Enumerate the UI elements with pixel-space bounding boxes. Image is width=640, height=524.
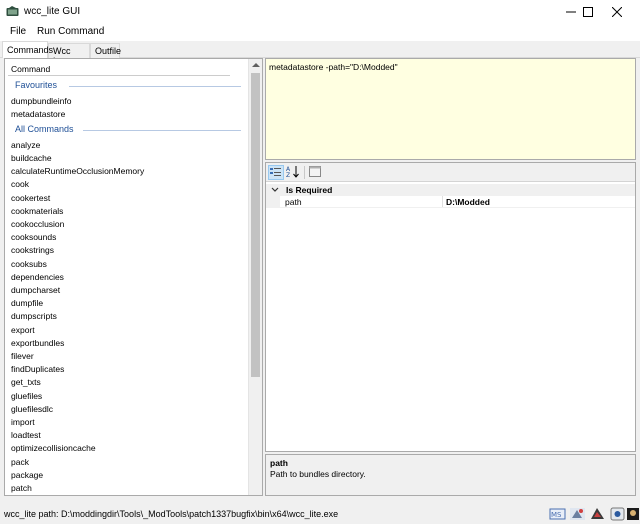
all-commands-label: All Commands — [15, 124, 74, 134]
command-line-textbox[interactable]: metadatastore -path="D:\Modded" — [265, 58, 636, 160]
command-item[interactable]: dumpscripts — [11, 311, 57, 321]
command-item[interactable]: cookertest — [11, 193, 50, 203]
group-divider — [69, 86, 241, 87]
row-separator — [280, 207, 635, 208]
description-title: path — [270, 458, 288, 468]
maximize-icon — [583, 7, 593, 17]
property-row[interactable]: path D:\Modded — [266, 196, 635, 208]
tab-strip: Commands Wcc Log Outfile — [0, 41, 640, 66]
tab-wcc-log[interactable]: Wcc Log — [48, 43, 90, 66]
command-item[interactable]: dumpfile — [11, 298, 43, 308]
alphabetical-button[interactable]: AZ — [286, 165, 302, 180]
command-item[interactable]: filever — [11, 351, 34, 361]
property-grid-toolbar: AZ — [266, 163, 635, 182]
favourites-group-header[interactable]: Favourites — [5, 80, 245, 93]
categorized-icon — [270, 168, 281, 176]
tab-commands[interactable]: Commands — [2, 41, 53, 58]
menu-run-command[interactable]: Run Command — [37, 26, 104, 37]
command-item[interactable]: pack — [11, 457, 29, 467]
command-item[interactable]: gluefilesdlc — [11, 404, 53, 414]
command-item[interactable]: get_txts — [11, 377, 41, 387]
group-divider — [83, 130, 241, 131]
command-item[interactable]: cookocclusion — [11, 219, 64, 229]
menu-file[interactable]: File — [10, 26, 26, 37]
window-title: wcc_lite GUI — [24, 6, 81, 17]
category-row[interactable]: Is Required — [266, 184, 635, 196]
sort-alphabetical-icon: AZ — [286, 166, 299, 179]
scroll-up-icon[interactable] — [252, 63, 260, 67]
tray-app-icon-2[interactable] — [569, 506, 586, 522]
title-bar[interactable]: wcc_lite GUI — [0, 0, 640, 24]
command-list-scrollbar[interactable] — [248, 59, 262, 495]
property-pages-icon — [309, 166, 321, 177]
command-header[interactable]: Command — [8, 62, 230, 76]
scrollbar-thumb[interactable] — [251, 73, 260, 377]
favourite-item[interactable]: dumpbundleinfo — [11, 96, 72, 106]
property-value[interactable]: D:\Modded — [446, 197, 490, 207]
toolbar-separator — [304, 166, 305, 179]
command-item[interactable]: findDuplicates — [11, 364, 64, 374]
tray-app-icon-5[interactable] — [626, 506, 640, 522]
tab-outfile[interactable]: Outfile — [90, 43, 121, 58]
command-item[interactable]: package — [11, 470, 43, 480]
command-item[interactable]: cook — [11, 179, 29, 189]
command-item[interactable]: cooksounds — [11, 232, 56, 242]
categorized-button[interactable] — [268, 165, 284, 180]
row-gutter — [266, 196, 280, 208]
command-item[interactable]: buildcache — [11, 153, 52, 163]
command-list-panel[interactable]: Command Favourites dumpbundleinfo metada… — [4, 58, 263, 496]
command-item[interactable]: gluefiles — [11, 391, 42, 401]
command-item[interactable]: dependencies — [11, 272, 64, 282]
command-item[interactable]: exportbundles — [11, 338, 64, 348]
description-text: Path to bundles directory. — [270, 469, 366, 479]
favourites-label: Favourites — [15, 80, 58, 90]
wcc-lite-path-label: wcc_lite path: D:\moddingdir\Tools\_ModT… — [4, 509, 339, 519]
tray-app-icon-1[interactable]: MS — [549, 506, 566, 522]
close-button[interactable] — [594, 0, 640, 24]
menu-bar: File Run Command — [0, 24, 640, 41]
favourite-item[interactable]: metadatastore — [11, 109, 65, 119]
chevron-down-icon[interactable] — [271, 184, 279, 196]
command-item[interactable]: calculateRuntimeOcclusionMemory — [11, 166, 144, 176]
command-item[interactable]: dumpcharset — [11, 285, 60, 295]
command-item[interactable]: optimizecollisioncache — [11, 443, 96, 453]
property-pages-button[interactable] — [308, 165, 324, 180]
command-item[interactable]: cooksubs — [11, 259, 47, 269]
property-description-panel: path Path to bundles directory. — [265, 454, 636, 496]
command-item[interactable]: cookmaterials — [11, 206, 63, 216]
command-item[interactable]: cookstrings — [11, 245, 54, 255]
status-bar: wcc_lite path: D:\moddingdir\Tools\_ModT… — [0, 503, 640, 524]
command-item[interactable]: analyze — [11, 140, 40, 150]
property-name: path — [285, 197, 302, 207]
all-commands-group-header[interactable]: All Commands — [5, 124, 245, 137]
command-item[interactable]: loadtest — [11, 430, 41, 440]
command-item[interactable]: export — [11, 325, 35, 335]
tray-app-icon-4[interactable] — [609, 506, 626, 522]
svg-text:Z: Z — [286, 172, 290, 178]
close-icon — [611, 6, 623, 18]
svg-text:MS: MS — [551, 511, 562, 519]
tray-app-icon-3[interactable] — [589, 506, 606, 522]
command-item[interactable]: patch — [11, 483, 32, 493]
command-item[interactable]: import — [11, 417, 35, 427]
category-label: Is Required — [286, 185, 333, 195]
app-icon — [6, 6, 19, 17]
property-grid[interactable]: AZ Is Required path D:\Modded — [265, 162, 636, 452]
